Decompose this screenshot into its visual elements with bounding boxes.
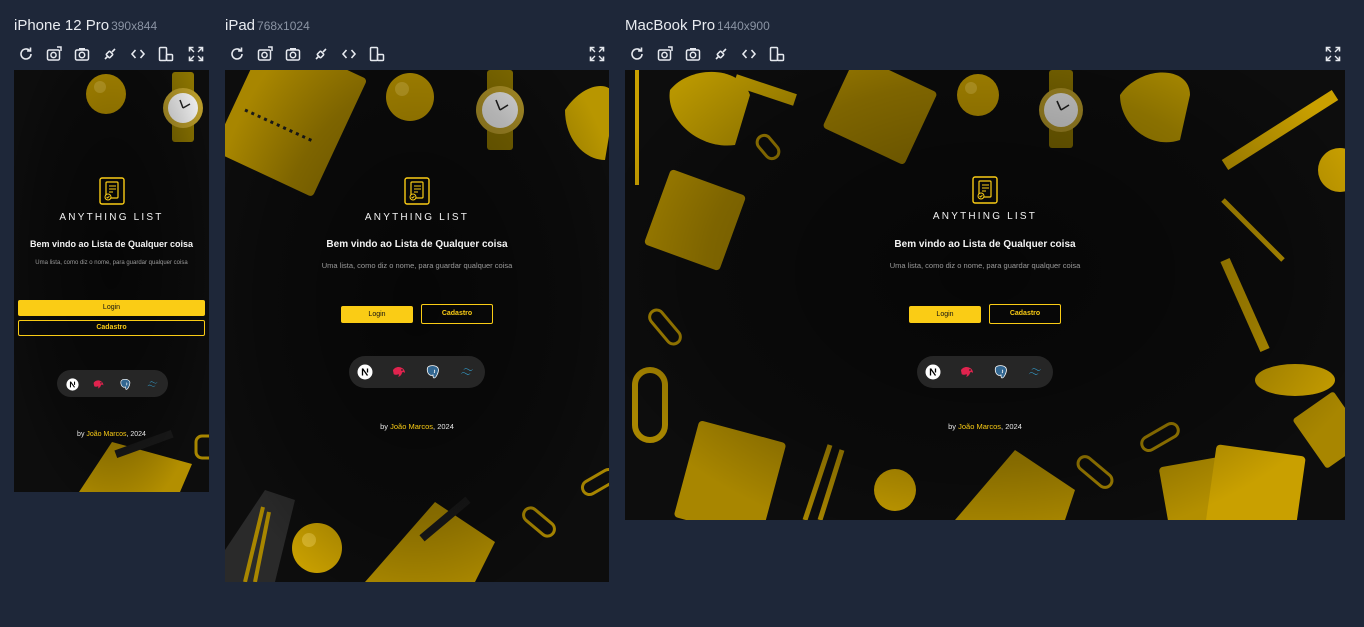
app-title: ANYTHING LIST <box>364 212 470 223</box>
nextjs-icon <box>64 376 80 392</box>
screenshot-settings-icon[interactable] <box>44 44 64 64</box>
device-size: 390x844 <box>111 19 158 33</box>
app-logo-icon <box>972 176 998 204</box>
credit-line: by João Marcos, 2024 <box>225 422 609 431</box>
camera-icon[interactable] <box>72 44 92 64</box>
refresh-icon[interactable] <box>227 44 247 64</box>
tech-stack-pill <box>917 356 1053 388</box>
code-icon[interactable] <box>128 44 148 64</box>
login-button[interactable]: Login <box>18 300 205 316</box>
welcome-subtitle: Uma lista, como diz o nome, para guardar… <box>889 261 1081 270</box>
device-toolbar <box>625 44 1345 64</box>
tailwind-icon <box>144 376 160 392</box>
welcome-subtitle: Uma lista, como diz o nome, para guardar… <box>35 260 188 266</box>
refresh-icon[interactable] <box>627 44 647 64</box>
credit-prefix: by <box>948 422 959 431</box>
credit-line: by João Marcos, 2024 <box>625 422 1345 431</box>
credit-suffix: , 2024 <box>1001 422 1022 431</box>
welcome-heading: Bem vindo ao Lista de Qualquer coisa <box>29 239 194 249</box>
app-content: ANYTHING LIST Bem vindo ao Lista de Qual… <box>225 70 609 582</box>
screenshot-settings-icon[interactable] <box>655 44 675 64</box>
rotate-icon[interactable] <box>156 44 176 64</box>
device-toolbar <box>14 44 209 64</box>
code-icon[interactable] <box>339 44 359 64</box>
device-toolbar <box>225 44 609 64</box>
rotate-icon[interactable] <box>767 44 787 64</box>
screenshot-settings-icon[interactable] <box>255 44 275 64</box>
device-title: iPad 768x1024 <box>225 17 310 35</box>
app-title: ANYTHING LIST <box>59 212 164 223</box>
tech-stack-pill <box>349 356 485 388</box>
nestjs-icon <box>391 364 407 380</box>
app-content: ANYTHING LIST Bem vindo ao Lista de Qual… <box>625 70 1345 520</box>
device-name: iPhone 12 Pro <box>14 17 110 34</box>
fullscreen-icon[interactable] <box>186 44 206 64</box>
nextjs-icon <box>925 364 941 380</box>
device-title: MacBook Pro 1440x900 <box>625 17 770 35</box>
credit-author-link[interactable]: João Marcos <box>86 431 126 438</box>
camera-icon[interactable] <box>283 44 303 64</box>
device-size: 768x1024 <box>257 19 310 33</box>
welcome-heading: Bem vindo ao Lista de Qualquer coisa <box>326 239 508 250</box>
credit-author-link[interactable]: João Marcos <box>390 422 433 431</box>
tech-stack-pill <box>57 370 168 397</box>
device-screen: ANYTHING LIST Bem vindo ao Lista de Qual… <box>225 70 609 582</box>
app-title: ANYTHING LIST <box>932 211 1038 222</box>
credit-prefix: by <box>77 431 87 438</box>
refresh-icon[interactable] <box>16 44 36 64</box>
app-logo-icon <box>404 177 430 205</box>
nestjs-icon <box>959 364 975 380</box>
postgresql-icon <box>117 376 133 392</box>
app-content: ANYTHING LIST Bem vindo ao Lista de Qual… <box>14 70 209 492</box>
postgresql-icon <box>425 364 441 380</box>
postgresql-icon <box>993 364 1009 380</box>
rotate-icon[interactable] <box>367 44 387 64</box>
camera-icon[interactable] <box>683 44 703 64</box>
tailwind-icon <box>1027 364 1043 380</box>
credit-suffix: , 2024 <box>126 431 146 438</box>
code-icon[interactable] <box>739 44 759 64</box>
tailwind-icon <box>459 364 475 380</box>
device-screen: ANYTHING LIST Bem vindo ao Lista de Qual… <box>625 70 1345 520</box>
credit-line: by João Marcos, 2024 <box>14 431 209 438</box>
fullscreen-icon[interactable] <box>587 44 607 64</box>
device-title: iPhone 12 Pro 390x844 <box>14 17 157 35</box>
device-screen: ANYTHING LIST Bem vindo ao Lista de Qual… <box>14 70 209 492</box>
nextjs-icon <box>357 364 373 380</box>
signup-button[interactable]: Cadastro <box>18 320 205 336</box>
fullscreen-icon[interactable] <box>1323 44 1343 64</box>
device-name: iPad <box>225 17 256 34</box>
credit-author-link[interactable]: João Marcos <box>958 422 1001 431</box>
credit-prefix: by <box>380 422 391 431</box>
sync-icon[interactable] <box>311 44 331 64</box>
device-name: MacBook Pro <box>625 17 716 34</box>
app-logo-icon <box>99 177 125 205</box>
device-size: 1440x900 <box>717 19 770 33</box>
sync-icon[interactable] <box>711 44 731 64</box>
welcome-heading: Bem vindo ao Lista de Qualquer coisa <box>894 239 1076 250</box>
sync-icon[interactable] <box>100 44 120 64</box>
welcome-subtitle: Uma lista, como diz o nome, para guardar… <box>321 261 513 270</box>
credit-suffix: , 2024 <box>433 422 454 431</box>
nestjs-icon <box>90 376 106 392</box>
